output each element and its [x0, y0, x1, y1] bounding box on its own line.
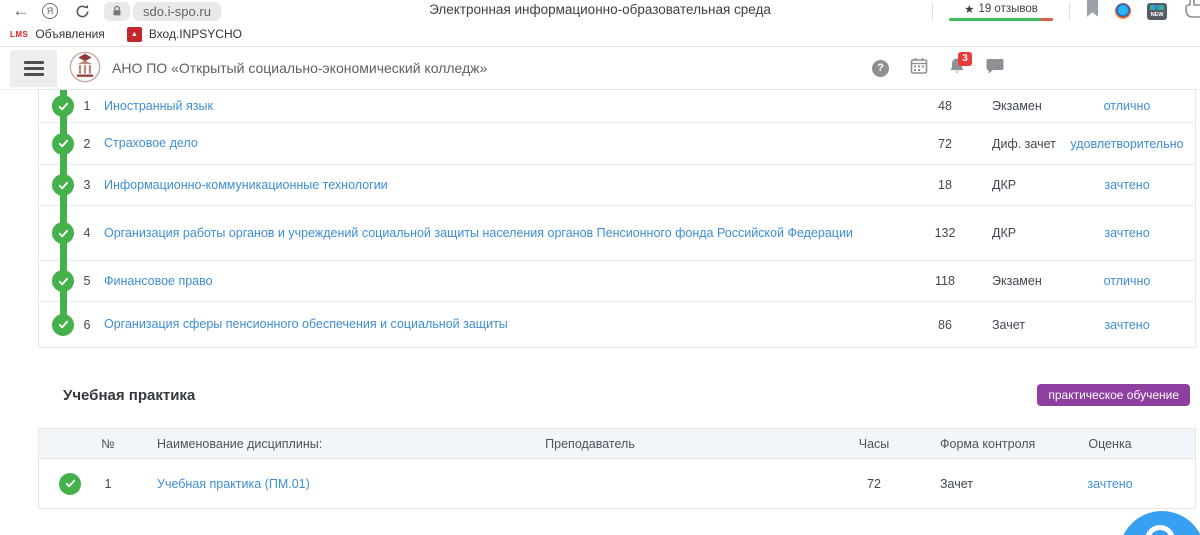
- app-header: АНО ПО «Открытый социально-экономический…: [0, 47, 1200, 89]
- notification-count-badge: 3: [958, 52, 972, 66]
- hours-value: 18: [916, 178, 974, 192]
- toolbar-divider: [932, 2, 933, 20]
- grade-link[interactable]: отлично: [1104, 99, 1151, 113]
- table-row: 4 Организация работы органов и учреждени…: [39, 206, 1195, 261]
- discipline-link[interactable]: Организация сферы пенсионного обеспечени…: [104, 317, 508, 331]
- bookmark-item[interactable]: LMS Объявления: [10, 27, 105, 41]
- col-header-name: Наименование дисциплины:: [131, 437, 341, 451]
- row-number: 1: [75, 99, 99, 113]
- hours-value: 72: [916, 137, 974, 151]
- yandex-icon[interactable]: Я: [42, 3, 58, 19]
- hours-value: 72: [839, 477, 909, 491]
- practice-badge: практическое обучение: [1037, 384, 1190, 406]
- control-form-value: Зачет: [920, 477, 1025, 491]
- extension-icon[interactable]: [1115, 3, 1131, 19]
- check-circle-icon: [52, 222, 74, 244]
- main-content: 1 Иностранный язык 48 Экзамен отлично 2 …: [38, 89, 1196, 509]
- table-row: 1 Учебная практика (ПМ.01) 72 Зачет зачт…: [39, 459, 1195, 508]
- table-row: 2 Страховое дело 72 Диф. зачет удовлетво…: [39, 123, 1195, 165]
- hours-value: 118: [916, 274, 974, 288]
- inpsycho-icon: ▲: [127, 27, 142, 42]
- lms-icon: LMS: [10, 30, 28, 39]
- col-header-control: Форма контроля: [920, 437, 1025, 451]
- row-number: 6: [75, 318, 99, 332]
- college-name: АНО ПО «Открытый социально-экономический…: [112, 47, 487, 89]
- toolbar-divider: [1069, 2, 1070, 20]
- check-circle-icon: [52, 270, 74, 292]
- check-circle-icon: [52, 133, 74, 155]
- row-number: 5: [75, 274, 99, 288]
- control-form-value: Диф. зачет: [974, 137, 1059, 151]
- star-icon: ★: [964, 2, 974, 16]
- discipline-link[interactable]: Информационно-коммуникационные технологи…: [104, 178, 388, 192]
- practice-table: № Наименование дисциплины: Преподаватель…: [38, 428, 1196, 509]
- control-form-value: Экзамен: [974, 99, 1059, 113]
- reviews-label: 19 отзывов: [978, 3, 1037, 15]
- col-header-teacher: Преподаватель: [341, 437, 839, 451]
- control-form-value: Зачет: [974, 318, 1059, 332]
- back-icon[interactable]: ←: [8, 1, 34, 21]
- control-form-value: ДКР: [974, 178, 1059, 192]
- practice-table-header: № Наименование дисциплины: Преподаватель…: [39, 429, 1195, 459]
- help-icon[interactable]: ?: [872, 60, 889, 77]
- new-extension-icon[interactable]: NEW: [1147, 3, 1167, 20]
- hours-value: 48: [916, 99, 974, 113]
- discipline-link[interactable]: Организация работы органов и учреждений …: [104, 226, 853, 240]
- practice-section-header: Учебная практика практическое обучение: [38, 384, 1196, 406]
- check-circle-icon: [52, 174, 74, 196]
- url-field[interactable]: sdo.i-spo.ru: [133, 2, 221, 21]
- grade-link[interactable]: удовлетворительно: [1070, 137, 1183, 151]
- messages-icon[interactable]: [986, 58, 1004, 79]
- row-number: 2: [75, 137, 99, 151]
- chat-widget-button[interactable]: [1119, 511, 1200, 535]
- discipline-link[interactable]: Страховое дело: [104, 136, 198, 150]
- lock-icon[interactable]: [104, 2, 130, 21]
- row-number: 4: [75, 226, 99, 240]
- refresh-icon[interactable]: [70, 4, 94, 19]
- discipline-link[interactable]: Финансовое право: [104, 274, 213, 288]
- control-form-value: ДКР: [974, 226, 1059, 240]
- menu-hamburger-button[interactable]: [10, 50, 57, 87]
- check-circle-icon: [59, 473, 81, 495]
- calendar-icon[interactable]: [910, 57, 928, 80]
- bookmark-label: Объявления: [35, 27, 104, 41]
- check-circle-icon: [52, 95, 74, 117]
- control-form-value: Экзамен: [974, 274, 1059, 288]
- bookmark-item[interactable]: ▲ Вход.INPSYCHO: [127, 27, 242, 42]
- browser-toolbar: Электронная информационно-образовательна…: [0, 0, 1200, 22]
- discipline-link[interactable]: Иностранный язык: [104, 99, 213, 113]
- grade-link[interactable]: зачтено: [1104, 178, 1149, 192]
- bookmark-flag-icon[interactable]: [1086, 0, 1099, 23]
- reviews-button[interactable]: ★ 19 отзывов: [949, 2, 1053, 21]
- section-title: Учебная практика: [63, 387, 195, 404]
- check-circle-icon: [52, 314, 74, 336]
- col-header-grade: Оценка: [1025, 437, 1195, 451]
- discipline-link[interactable]: Учебная практика (ПМ.01): [157, 477, 310, 491]
- col-header-hours: Часы: [839, 437, 909, 451]
- grade-link[interactable]: зачтено: [1104, 318, 1149, 332]
- grade-link[interactable]: зачтено: [1087, 477, 1132, 491]
- disciplines-table: 1 Иностранный язык 48 Экзамен отлично 2 …: [38, 89, 1196, 348]
- hand-gesture-icon[interactable]: [1183, 0, 1200, 24]
- table-row: 5 Финансовое право 118 Экзамен отлично: [39, 261, 1195, 302]
- disciplines-rows: 1 Иностранный язык 48 Экзамен отлично 2 …: [39, 90, 1195, 347]
- col-header-num: №: [85, 437, 131, 451]
- bookmarks-bar: LMS Объявления ▲ Вход.INPSYCHO: [0, 22, 1200, 47]
- grade-link[interactable]: зачтено: [1104, 226, 1149, 240]
- hours-value: 132: [916, 226, 974, 240]
- chat-widget-icon: [1145, 525, 1175, 535]
- table-row: 3 Информационно-коммуникационные техноло…: [39, 165, 1195, 206]
- row-number: 1: [85, 477, 131, 491]
- table-row: 6 Организация сферы пенсионного обеспече…: [39, 302, 1195, 347]
- reviews-rating-bar: [949, 18, 1053, 21]
- row-number: 3: [75, 178, 99, 192]
- grade-link[interactable]: отлично: [1104, 274, 1151, 288]
- table-row: 1 Иностранный язык 48 Экзамен отлично: [39, 90, 1195, 123]
- hours-value: 86: [916, 318, 974, 332]
- bookmark-label: Вход.INPSYCHO: [149, 27, 242, 41]
- notifications-bell-icon[interactable]: 3: [949, 57, 965, 80]
- college-logo[interactable]: [68, 50, 102, 89]
